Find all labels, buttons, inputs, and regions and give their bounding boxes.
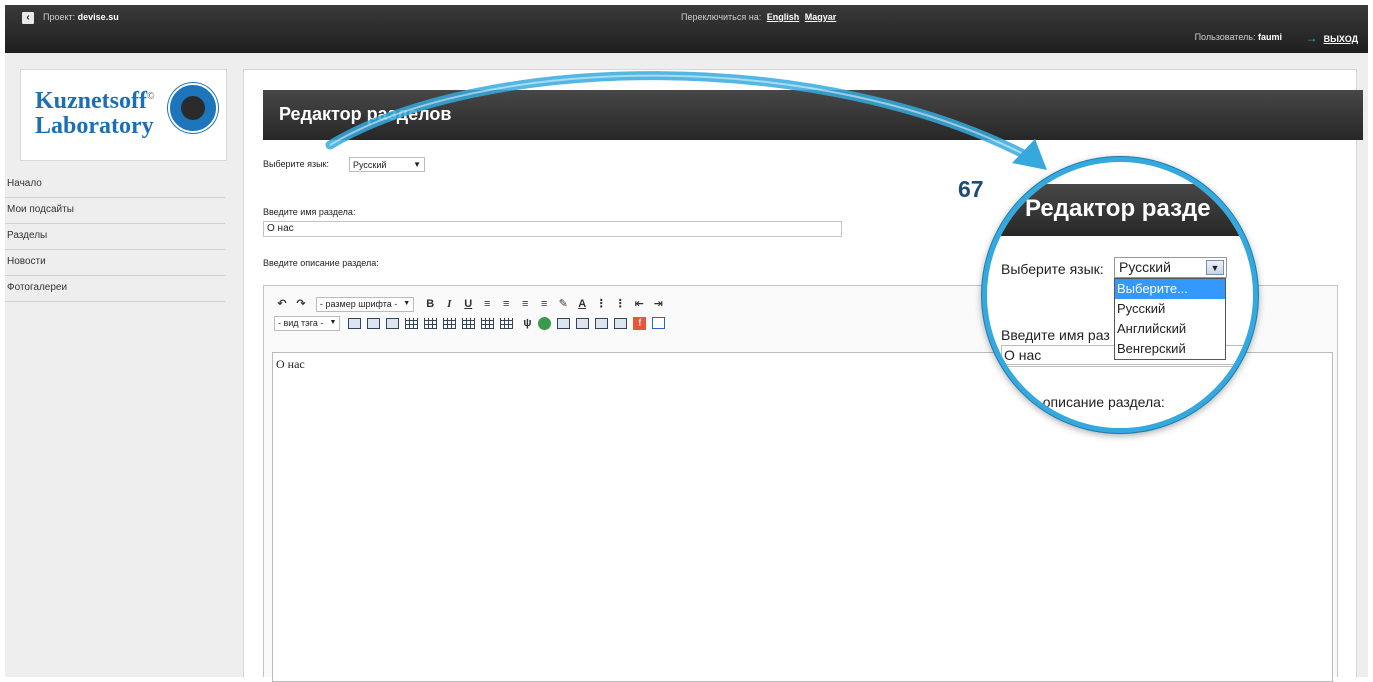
project-label: Проект: [43,12,76,22]
anchor-icon[interactable] [557,317,571,329]
callout-name-label: Введите имя раз [1001,327,1110,343]
insert-column-icon[interactable] [462,317,476,329]
chevron-down-icon: ▼ [413,160,421,169]
project-name: devise.su [77,12,119,22]
ordered-list-icon[interactable]: ⋮ [612,296,628,312]
align-right-icon[interactable]: ≡ [517,296,533,312]
logo-seal-icon [168,83,218,133]
sidebar-item-news[interactable]: Новости [5,250,225,276]
editor-toolbar-row1: ↶ ↷ - размер шрифта - ▼ B I U ≡ ≡ ≡ ≡ ✎ A… [274,295,669,313]
chevron-left-icon[interactable]: ‹ [22,12,34,24]
outdent-icon[interactable]: ⇤ [631,296,647,312]
switch-label: Переключиться на: [681,12,762,22]
underline-icon[interactable]: U [460,296,476,312]
insert-row-icon[interactable] [424,317,438,329]
language-option-russian[interactable]: Русский [1115,299,1225,319]
insert-image-icon[interactable] [576,317,590,329]
chevron-down-icon[interactable]: ▼ [1206,260,1224,275]
language-option-hungarian[interactable]: Венгерский [1115,339,1225,359]
language-select-value: Русский [353,160,387,170]
language-switch: Переключиться на: English Magyar [681,12,836,22]
split-cells-icon[interactable]: ψ [519,315,535,331]
page-title: Редактор разделов [279,104,452,124]
unordered-list-icon[interactable]: ⋮ [593,296,609,312]
sidebar-item-galleries[interactable]: Фотогалереи [5,276,225,302]
image-properties-icon[interactable] [595,317,609,329]
callout-language-value: Русский [1119,259,1171,275]
insert-link-icon[interactable] [538,316,552,330]
media-icon[interactable] [652,317,666,329]
user-name: faumi [1257,32,1282,42]
logo[interactable]: Kuznetsoff© Laboratory [20,69,227,161]
chevron-down-icon: ▼ [403,299,411,307]
font-size-select-value: - размер шрифта - [320,298,398,309]
table-properties-icon[interactable] [367,317,381,329]
user-label: Пользователь: [1194,32,1256,42]
logout-link[interactable]: → ВЫХОД [1306,31,1358,45]
redo-icon[interactable]: ↷ [293,296,309,312]
callout-title-bar: Редактор разде [987,184,1253,236]
arrow-right-icon: → [1305,31,1318,45]
sidebar-item-subsites[interactable]: Мои подсайты [5,198,225,224]
indent-icon[interactable]: ⇥ [650,296,666,312]
chevron-down-icon: ▼ [329,318,337,326]
project-info: Проект: devise.su [43,12,119,22]
callout-description-label: ите описание раздела: [1017,394,1165,410]
top-bar: ‹ Проект: devise.su Переключиться на: En… [5,5,1368,53]
align-left-icon[interactable]: ≡ [479,296,495,312]
merge-cells-icon[interactable] [500,317,514,329]
flash-icon[interactable]: f [633,316,647,330]
page-title-bar: Редактор разделов [263,90,1363,140]
delete-row-icon[interactable] [443,317,457,329]
zoom-callout: Редактор разде Выберите язык: Русский ▼ … [982,157,1258,433]
section-name-input[interactable]: О нас [263,221,842,237]
logo-line1: Kuznetsoff [35,88,147,114]
delete-column-icon[interactable] [481,317,495,329]
language-label: Выберите язык: [263,159,329,169]
callout-language-label: Выберите язык: [1001,261,1104,277]
editor-toolbar-row2: - вид тэга - ▼ ψ f [274,314,671,332]
callout-title: Редактор разде [1025,195,1211,222]
sidebar-item-sections[interactable]: Разделы [5,224,225,250]
tag-type-select[interactable]: - вид тэга - ▼ [274,315,341,331]
user-info: Пользователь: faumi [1195,32,1282,42]
row-properties-icon[interactable] [405,317,419,329]
cell-properties-icon[interactable] [386,317,400,329]
undo-icon[interactable]: ↶ [274,296,290,312]
text-color-icon[interactable]: A [574,296,590,312]
section-description-label: Введите описание раздела: [263,258,379,268]
tag-type-select-value: - вид тэга - [278,317,324,328]
highlight-color-icon[interactable]: ✎ [555,296,571,312]
sidebar-nav: Начало Мои подсайты Разделы Новости Фото… [5,172,225,302]
logo-text: Kuznetsoff© Laboratory [35,84,154,139]
bold-icon[interactable]: B [422,296,438,312]
font-size-select[interactable]: - размер шрифта - ▼ [316,296,415,312]
align-center-icon[interactable]: ≡ [498,296,514,312]
logo-line2: Laboratory [35,113,154,139]
logout-label: ВЫХОД [1323,34,1358,44]
print-icon[interactable] [614,317,628,329]
italic-icon[interactable]: I [441,296,457,312]
language-dropdown: Выберите... Русский Английский Венгерски… [1114,278,1226,360]
language-select[interactable]: Русский ▼ [349,157,425,172]
sidebar-item-home[interactable]: Начало [5,172,225,198]
callout-language-select[interactable]: Русский ▼ [1114,257,1227,278]
section-name-label: Введите имя раздела: [263,207,356,217]
language-option-choose[interactable]: Выберите... [1115,279,1225,299]
logo-mark: © [146,91,155,102]
step-number: 67 [958,176,984,202]
switch-link-magyar[interactable]: Magyar [805,12,837,22]
insert-table-icon[interactable] [348,317,362,329]
switch-link-english[interactable]: English [767,12,800,22]
align-justify-icon[interactable]: ≡ [536,296,552,312]
language-option-english[interactable]: Английский [1115,319,1225,339]
